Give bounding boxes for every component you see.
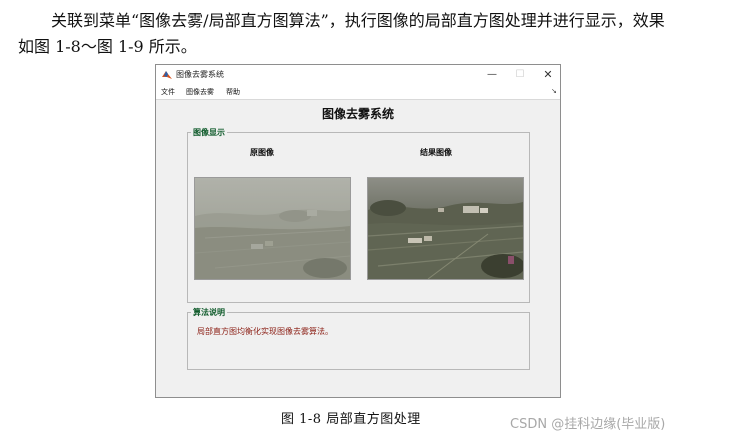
intro-paragraph: 关联到菜单“图像去雾/局部直方图算法”，执行图像的局部直方图处理并进行显示，效果…	[18, 8, 734, 60]
result-image	[367, 177, 524, 280]
figure-caption: 图 1-8 局部直方图处理	[281, 412, 421, 427]
menu-help[interactable]: 帮助	[226, 87, 240, 97]
image-display-group: 图像显示 原图像 结果图像	[187, 127, 530, 303]
intro-line-2: 如图 1-8～图 1-9 所示。	[18, 37, 197, 56]
image-display-title: 图像显示	[191, 127, 227, 138]
matlab-icon	[162, 71, 172, 79]
menu-file[interactable]: 文件	[161, 87, 175, 97]
watermark: CSDN @挂科边缘(毕业版)	[510, 417, 666, 432]
algorithm-description: 局部直方图均衡化实现图像去雾算法。	[197, 327, 333, 336]
title-bar[interactable]: 图像去雾系统 — ☐ ✕	[156, 65, 560, 86]
menu-dehaze[interactable]: 图像去雾	[186, 87, 214, 97]
dock-arrow-icon[interactable]: ↘	[551, 87, 557, 95]
maximize-button[interactable]: ☐	[510, 67, 530, 82]
menu-bar: 文件 图像去雾 帮助 ↘	[156, 85, 560, 100]
algorithm-group-title: 算法说明	[191, 307, 227, 318]
original-image	[194, 177, 351, 280]
window-title: 图像去雾系统	[176, 70, 224, 79]
app-window: 图像去雾系统 — ☐ ✕ 文件 图像去雾 帮助 ↘ 图像去雾系统 图像显示 原图…	[155, 64, 561, 398]
original-image-label: 原图像	[250, 148, 274, 157]
minimize-button[interactable]: —	[482, 67, 502, 82]
system-title: 图像去雾系统	[321, 107, 394, 121]
close-button[interactable]: ✕	[538, 67, 558, 82]
intro-line-1: 关联到菜单“图像去雾/局部直方图算法”，执行图像的局部直方图处理并进行显示，效果	[51, 11, 665, 30]
result-image-label: 结果图像	[420, 148, 452, 157]
algorithm-group: 算法说明 局部直方图均衡化实现图像去雾算法。	[187, 307, 530, 370]
